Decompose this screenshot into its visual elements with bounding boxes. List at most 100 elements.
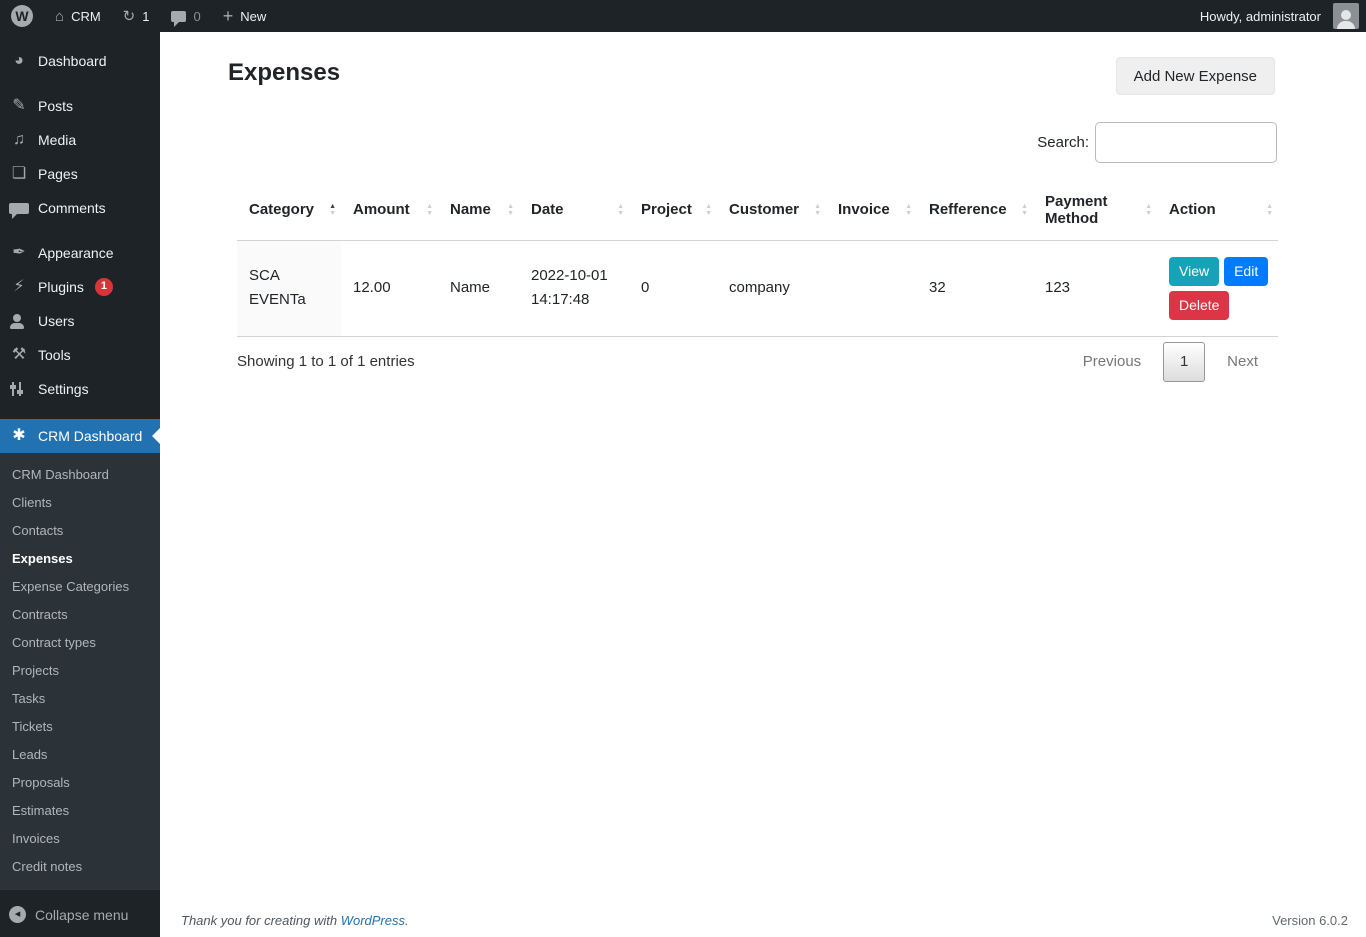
sidebar-item-appearance[interactable]: ✒ Appearance [0,236,160,270]
sidebar-item-label: Users [38,313,75,329]
action-buttons: View Edit Delete [1169,256,1269,320]
submenu-item-contracts[interactable]: Contracts [0,601,160,629]
column-header-customer[interactable]: Customer ▲ ▼ [717,180,826,241]
site-name-label: CRM [71,8,101,24]
new-content-menu[interactable]: + New [212,0,278,32]
search-row: Search: [1037,122,1277,163]
submenu-item-contacts[interactable]: Contacts [0,517,160,545]
collapse-arrow-icon: ◂ [9,906,26,923]
submenu-item-crm-dashboard[interactable]: CRM Dashboard [0,461,160,489]
sidebar-item-crm-dashboard[interactable]: ✱ CRM Dashboard [0,419,160,453]
search-label: Search: [1037,134,1089,151]
main-content: Expenses Add New Expense Search: Categor… [160,32,1366,937]
sort-desc-icon: ▼ [507,209,514,217]
collapse-menu-button[interactable]: ◂ Collapse menu [0,898,160,931]
submenu-item-invoices[interactable]: Invoices [0,825,160,853]
sidebar-item-tools[interactable]: ⚒ Tools [0,338,160,372]
wordpress-link[interactable]: WordPress [341,913,405,928]
sort-icon: ▲ ▼ [1145,203,1152,217]
sidebar-item-dashboard[interactable]: ◕ Dashboard [0,44,160,78]
wordpress-menu[interactable]: W [0,0,44,32]
column-header-label: Payment Method [1045,192,1108,227]
submenu-item-tasks[interactable]: Tasks [0,685,160,713]
sort-icon: ▲ ▼ [617,203,624,217]
sidebar-item-pages[interactable]: ❏ Pages [0,157,160,191]
cell-payment-method: 123 [1033,240,1157,337]
collapse-menu-label: Collapse menu [35,906,129,923]
column-header-project[interactable]: Project ▲ ▼ [629,180,717,241]
column-header-refference[interactable]: Refference ▲ ▼ [917,180,1033,241]
users-icon [9,313,29,329]
table-footer-controls: Showing 1 to 1 of 1 entries Previous 1 N… [237,341,1278,382]
submenu-item-projects[interactable]: Projects [0,657,160,685]
submenu-item-estimates[interactable]: Estimates [0,797,160,825]
cell-invoice [826,240,917,337]
sidebar-item-label: Settings [38,381,89,397]
sort-icon: ▲ ▼ [905,203,912,217]
column-header-action[interactable]: Action ▲ ▼ [1157,180,1278,241]
submenu-item-clients[interactable]: Clients [0,489,160,517]
sort-asc-icon: ▲ [426,202,433,210]
footer-version: Version 6.0.2 [1272,913,1348,928]
next-page-button[interactable]: Next [1207,353,1278,370]
updates-count: 1 [142,8,150,24]
column-header-category[interactable]: Category ▲ ▼ [237,180,341,241]
column-header-label: Category [249,201,315,219]
column-header-label: Date [531,201,564,219]
column-header-name[interactable]: Name ▲ ▼ [438,180,519,241]
column-header-amount[interactable]: Amount ▲ ▼ [341,180,438,241]
sort-icon: ▲ ▼ [705,203,712,217]
submenu-item-proposals[interactable]: Proposals [0,769,160,797]
sort-asc-icon: ▲ [329,202,336,210]
sort-asc-icon: ▲ [905,202,912,210]
column-header-label: Amount [353,201,410,219]
sort-icon: ▲ ▼ [1021,203,1028,217]
cell-amount: 12.00 [341,240,438,337]
submenu-item-expense-categories[interactable]: Expense Categories [0,573,160,601]
pages-icon: ❏ [11,165,27,182]
comments-menu[interactable]: 0 [160,0,211,32]
search-input[interactable] [1095,122,1277,163]
cell-action: View Edit Delete [1157,240,1278,337]
sort-icon: ▲ ▼ [329,203,336,217]
column-header-invoice[interactable]: Invoice ▲ ▼ [826,180,917,241]
submenu-item-leads[interactable]: Leads [0,741,160,769]
my-account-menu[interactable]: Howdy, administrator [1196,0,1325,32]
sort-icon: ▲ ▼ [426,203,433,217]
sidebar-item-users[interactable]: Users [0,304,160,338]
updates-menu[interactable]: ↻ 1 [112,0,161,32]
sidebar-item-comments[interactable]: Comments [0,191,160,225]
pagination: Previous 1 Next [1063,341,1278,382]
delete-button[interactable]: Delete [1169,290,1230,320]
sort-asc-icon: ▲ [617,202,624,210]
submenu-item-expenses[interactable]: Expenses [0,545,160,573]
sort-desc-icon: ▼ [905,209,912,217]
column-header-payment-method[interactable]: Payment Method ▲ ▼ [1033,180,1157,241]
column-header-label: Refference [929,201,1007,219]
sidebar-item-media[interactable]: ♫ Media [0,123,160,157]
submenu-item-credit-notes[interactable]: Credit notes [0,853,160,881]
add-new-expense-button[interactable]: Add New Expense [1115,57,1275,95]
submenu-item-tickets[interactable]: Tickets [0,713,160,741]
sidebar-item-plugins[interactable]: ⚡ Plugins 1 [0,270,160,304]
submenu-item-contract-types[interactable]: Contract types [0,629,160,657]
column-header-label: Action [1169,201,1216,219]
sidebar: ◕ Dashboard ✎ Posts ♫ Media ❏ Pages Comments ✒ App… [0,32,160,937]
avatar[interactable] [1333,3,1359,29]
footer-thanks: Thank you for creating with WordPress. [181,913,409,928]
column-header-date[interactable]: Date ▲ ▼ [519,180,629,241]
footer-thanks-prefix: Thank you for creating with [181,913,341,928]
tools-icon: ⚒ [11,346,27,363]
page-number-button[interactable]: 1 [1163,341,1206,382]
page-title: Expenses [228,59,341,86]
updates-icon: ↻ [122,7,136,25]
comments-bubble-icon [171,10,187,27]
edit-button[interactable]: Edit [1224,256,1269,286]
sidebar-item-settings[interactable]: Settings [0,372,160,406]
column-header-label: Name [450,201,491,219]
site-name-menu[interactable]: ⌂ CRM [44,0,112,32]
view-button[interactable]: View [1169,256,1220,286]
sidebar-item-label: Media [38,132,77,148]
previous-page-button[interactable]: Previous [1063,353,1161,370]
sidebar-item-posts[interactable]: ✎ Posts [0,89,160,123]
